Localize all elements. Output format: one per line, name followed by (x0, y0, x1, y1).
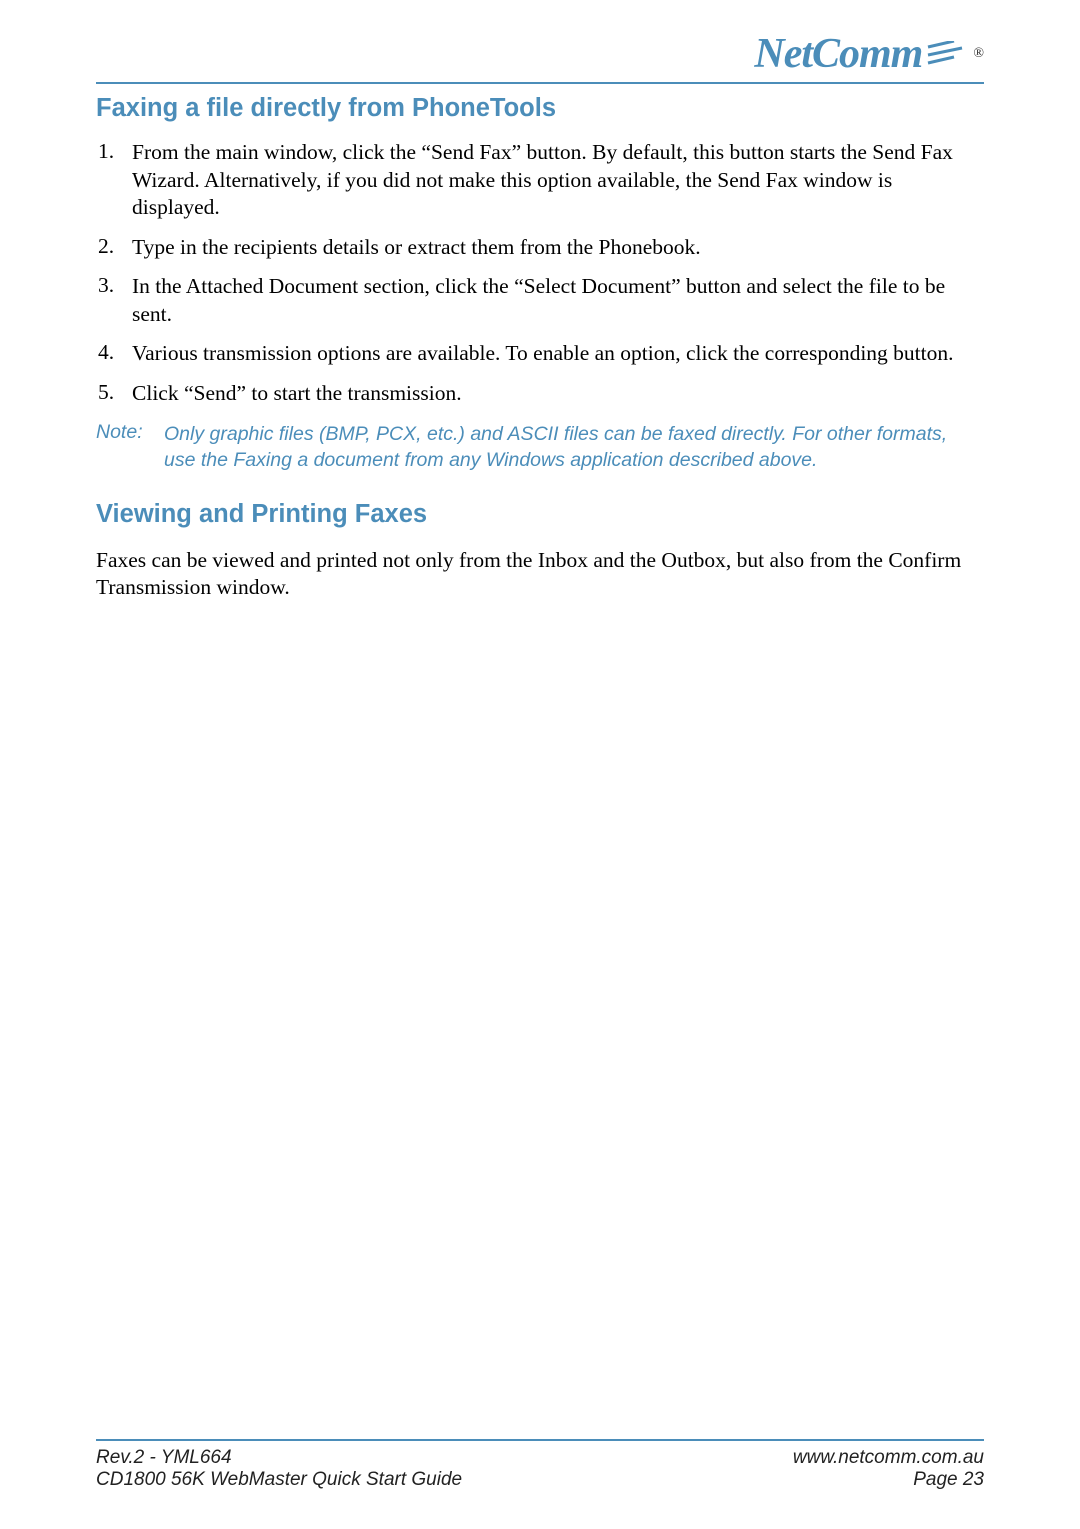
brand-logo: NetComm ® (754, 30, 984, 78)
heading-viewing: Viewing and Printing Faxes (96, 500, 984, 529)
list-item: 2. Type in the recipients details or ext… (96, 234, 984, 262)
step-text: Various transmission options are availab… (126, 340, 984, 368)
footer-grid: Rev.2 - YML664 CD1800 56K WebMaster Quic… (96, 1447, 984, 1491)
step-number: 3. (96, 273, 126, 298)
list-item: 5. Click “Send” to start the transmissio… (96, 380, 984, 408)
list-item: 3. In the Attached Document section, cli… (96, 273, 984, 328)
step-text: From the main window, click the “Send Fa… (126, 139, 984, 222)
note-label: Note: (96, 421, 164, 444)
footer-right: www.netcomm.com.au Page 23 (793, 1447, 984, 1491)
page-number: Page 23 (793, 1469, 984, 1491)
step-number: 2. (96, 234, 126, 259)
step-number: 1. (96, 139, 126, 164)
list-item: 1. From the main window, click the “Send… (96, 139, 984, 222)
header-rule (96, 82, 984, 84)
brand-lines-icon (926, 41, 970, 67)
heading-faxing: Faxing a file directly from PhoneTools (96, 94, 984, 123)
step-number: 5. (96, 380, 126, 405)
brand-name: NetComm (754, 30, 922, 78)
paragraph: Faxes can be viewed and printed not only… (96, 547, 984, 602)
note-block: Note: Only graphic files (BMP, PCX, etc.… (96, 421, 984, 474)
revision-label: Rev.2 - YML664 (96, 1447, 462, 1469)
doc-title: CD1800 56K WebMaster Quick Start Guide (96, 1469, 462, 1491)
step-number: 4. (96, 340, 126, 365)
registered-mark: ® (973, 46, 984, 62)
list-item: 4. Various transmission options are avai… (96, 340, 984, 368)
step-text: In the Attached Document section, click … (126, 273, 984, 328)
step-text: Type in the recipients details or extrac… (126, 234, 984, 262)
page-footer: Rev.2 - YML664 CD1800 56K WebMaster Quic… (96, 1439, 984, 1491)
steps-list: 1. From the main window, click the “Send… (96, 139, 984, 407)
footer-left: Rev.2 - YML664 CD1800 56K WebMaster Quic… (96, 1447, 462, 1491)
document-page: NetComm ® Faxing a file directly from Ph… (0, 0, 1080, 1529)
website-url: www.netcomm.com.au (793, 1447, 984, 1469)
step-text: Click “Send” to start the transmission. (126, 380, 984, 408)
footer-rule (96, 1439, 984, 1441)
note-text: Only graphic files (BMP, PCX, etc.) and … (164, 421, 984, 474)
